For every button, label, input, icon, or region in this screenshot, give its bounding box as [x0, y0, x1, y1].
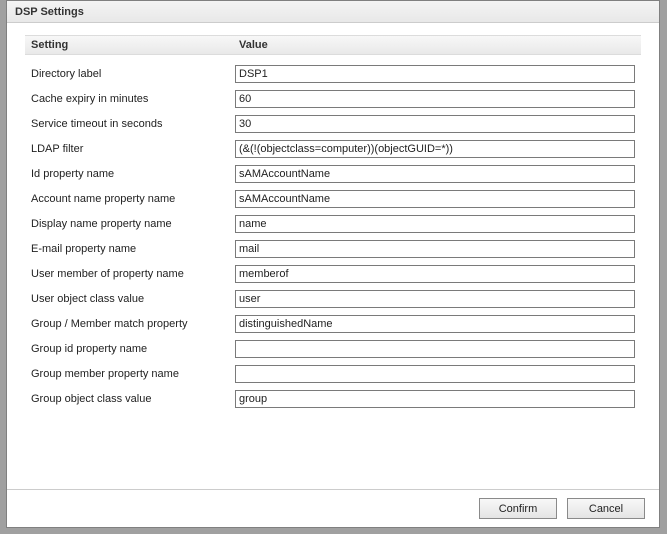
- setting-label: Group / Member match property: [25, 318, 235, 330]
- setting-label: Group member property name: [25, 368, 235, 380]
- setting-input[interactable]: [235, 290, 635, 308]
- setting-field: [235, 65, 641, 83]
- setting-input[interactable]: [235, 315, 635, 333]
- setting-field: [235, 90, 641, 108]
- setting-label: User member of property name: [25, 268, 235, 280]
- setting-row: Account name property name: [25, 186, 641, 211]
- column-headers: Setting Value: [25, 35, 641, 55]
- setting-field: [235, 365, 641, 383]
- setting-label: LDAP filter: [25, 143, 235, 155]
- setting-label: Group object class value: [25, 393, 235, 405]
- setting-label: E-mail property name: [25, 243, 235, 255]
- setting-input[interactable]: [235, 115, 635, 133]
- setting-field: [235, 265, 641, 283]
- setting-input[interactable]: [235, 140, 635, 158]
- setting-input[interactable]: [235, 390, 635, 408]
- setting-input[interactable]: [235, 265, 635, 283]
- setting-row: Group object class value: [25, 386, 641, 411]
- column-header-setting: Setting: [25, 39, 235, 51]
- setting-row: Group member property name: [25, 361, 641, 386]
- setting-label: Group id property name: [25, 343, 235, 355]
- dialog-titlebar: DSP Settings: [7, 1, 659, 23]
- setting-input[interactable]: [235, 165, 635, 183]
- setting-field: [235, 315, 641, 333]
- setting-field: [235, 190, 641, 208]
- setting-row: Id property name: [25, 161, 641, 186]
- setting-row: Service timeout in seconds: [25, 111, 641, 136]
- setting-row: Group / Member match property: [25, 311, 641, 336]
- setting-field: [235, 290, 641, 308]
- setting-label: Directory label: [25, 68, 235, 80]
- setting-label: Id property name: [25, 168, 235, 180]
- setting-row: E-mail property name: [25, 236, 641, 261]
- setting-field: [235, 165, 641, 183]
- setting-field: [235, 215, 641, 233]
- setting-input[interactable]: [235, 240, 635, 258]
- setting-input[interactable]: [235, 65, 635, 83]
- setting-input[interactable]: [235, 190, 635, 208]
- column-header-value: Value: [235, 39, 641, 51]
- dsp-settings-dialog: DSP Settings Setting Value Directory lab…: [6, 0, 660, 528]
- setting-label: Display name property name: [25, 218, 235, 230]
- dialog-footer: Confirm Cancel: [7, 489, 659, 527]
- settings-rows: Directory label Cache expiry in minutes Se…: [25, 55, 641, 411]
- setting-label: Account name property name: [25, 193, 235, 205]
- setting-row: Display name property name: [25, 211, 641, 236]
- setting-field: [235, 340, 641, 358]
- setting-row: Group id property name: [25, 336, 641, 361]
- setting-row: Directory label: [25, 61, 641, 86]
- confirm-button[interactable]: Confirm: [479, 498, 557, 519]
- setting-field: [235, 240, 641, 258]
- setting-label: User object class value: [25, 293, 235, 305]
- cancel-button[interactable]: Cancel: [567, 498, 645, 519]
- setting-input[interactable]: [235, 90, 635, 108]
- setting-field: [235, 115, 641, 133]
- setting-label: Service timeout in seconds: [25, 118, 235, 130]
- setting-row: LDAP filter: [25, 136, 641, 161]
- setting-field: [235, 140, 641, 158]
- setting-field: [235, 390, 641, 408]
- setting-row: User member of property name: [25, 261, 641, 286]
- setting-input[interactable]: [235, 340, 635, 358]
- setting-row: Cache expiry in minutes: [25, 86, 641, 111]
- setting-input[interactable]: [235, 365, 635, 383]
- setting-row: User object class value: [25, 286, 641, 311]
- setting-label: Cache expiry in minutes: [25, 93, 235, 105]
- dialog-title: DSP Settings: [15, 6, 84, 18]
- dialog-content: Setting Value Directory label Cache expir…: [7, 23, 659, 411]
- setting-input[interactable]: [235, 215, 635, 233]
